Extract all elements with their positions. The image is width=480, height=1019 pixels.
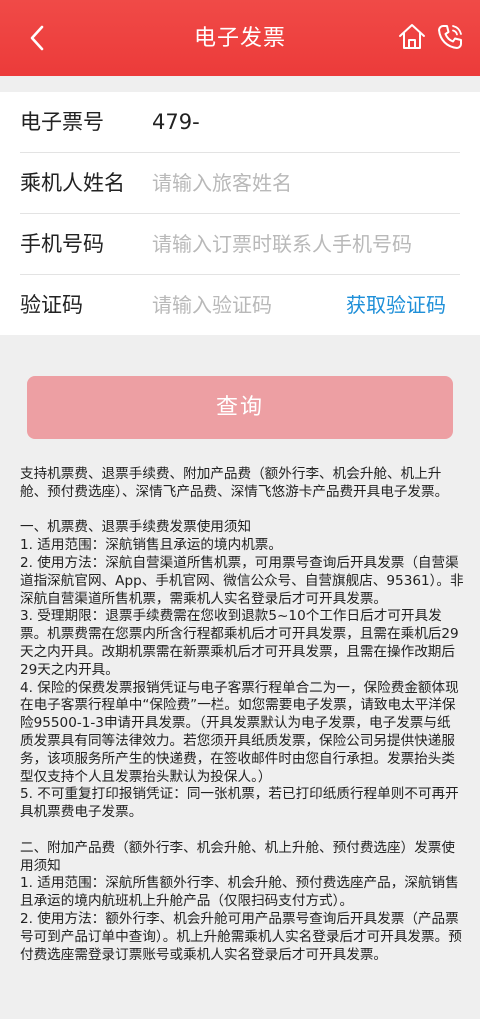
- header-bar: 电子发票: [0, 0, 480, 76]
- query-button[interactable]: 查询: [27, 376, 453, 439]
- verification-code-input[interactable]: [152, 275, 332, 335]
- notes-heading: 二、附加产品费（额外行李、机会升舱、机上升舱、预付费选座）发票使用须知: [20, 839, 455, 874]
- get-code-button[interactable]: 获取验证码: [346, 275, 446, 335]
- passenger-name-input[interactable]: [152, 153, 452, 213]
- notes-paragraph: 支持机票费、退票手续费、附加产品费（额外行李、机会升舱、机上升舱、预付费选座）、…: [20, 466, 449, 500]
- passenger-name-label: 乘机人姓名: [20, 171, 125, 195]
- notes-paragraph: 4. 保险的保费发票报销凭证与电子客票行程单合二为一，保险费金额体现在电子客票行…: [20, 679, 459, 785]
- service-phone-button[interactable]: [435, 22, 465, 52]
- phone-wrap: [152, 214, 452, 274]
- invoice-query-form: 电子票号 479- 乘机人姓名 手机号码 验证码 获取验证码: [0, 92, 480, 335]
- passenger-name-row: 乘机人姓名: [0, 153, 480, 214]
- verification-code-row: 验证码 获取验证码: [0, 275, 480, 336]
- notes-paragraph: 1. 适用范围：深航销售且承运的境内机票。: [20, 537, 282, 554]
- phone-row: 手机号码: [0, 214, 480, 275]
- notes-paragraph: 5. 不可重复打印报销凭证：同一张机票，若已打印纸质行程单则不可再开具机票费电子…: [20, 786, 459, 821]
- ticket-number-row: 电子票号 479-: [0, 92, 480, 153]
- notes-paragraph: 3. 受理期限：退票手续费需在您收到退款5~10个工作日后才可开具发票。机票费需…: [20, 608, 459, 678]
- notes-paragraph: 2. 使用方法：深航自营渠道所售机票，可用票号查询后开具发票（自营渠道指深航官网…: [20, 554, 464, 607]
- ticket-number-label: 电子票号: [20, 110, 104, 134]
- ticket-number-field[interactable]: 479-: [152, 92, 200, 152]
- phone-input[interactable]: [152, 214, 452, 274]
- notes-paragraph: 2. 使用方法：额外行李、机会升舱可用产品票号查询后开具发票（产品票号可到产品订…: [20, 910, 462, 963]
- notes-heading: 一、机票费、退票手续费发票使用须知: [20, 519, 252, 536]
- home-icon: [399, 24, 425, 49]
- invoice-notes: 支持机票费、退票手续费、附加产品费（额外行李、机会升舱、机上升舱、预付费选座）、…: [20, 466, 464, 1019]
- notes-paragraph: 1. 适用范围：深航所售额外行李、机会升舱、预付费选座产品，深航销售且承运的境内…: [20, 875, 459, 910]
- phone-icon: [438, 25, 462, 49]
- notes-paragraph: [20, 502, 464, 520]
- verification-code-label: 验证码: [20, 293, 83, 317]
- home-button[interactable]: [397, 22, 427, 52]
- notes-paragraph: [20, 822, 464, 840]
- verification-code-wrap: [152, 275, 332, 335]
- passenger-name-wrap: [152, 153, 452, 213]
- phone-label: 手机号码: [20, 232, 104, 256]
